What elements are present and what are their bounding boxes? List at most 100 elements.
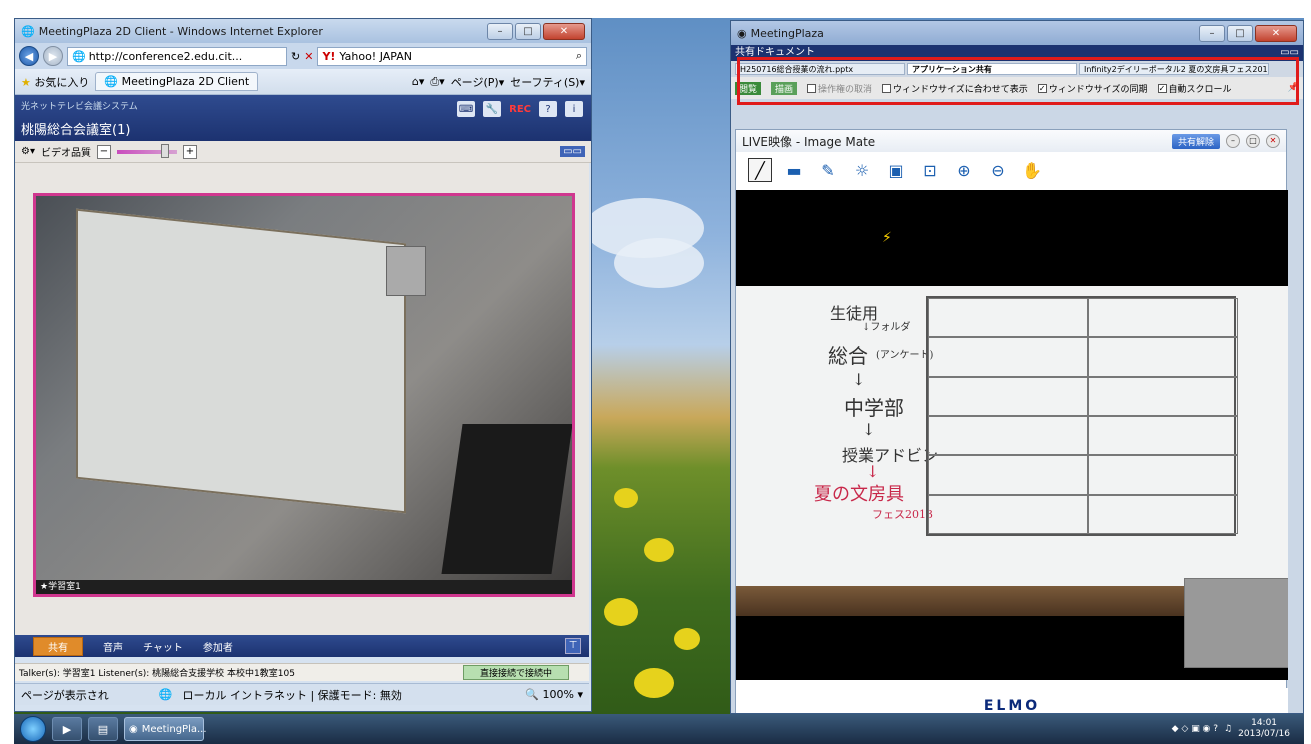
clock-date: 2013/07/16	[1238, 729, 1290, 739]
image-mate-window[interactable]: LIVE映像 - Image Mate 共有解除 – □ ✕ ╱ ▬ ✎ ☼ ▣…	[735, 129, 1288, 713]
clock[interactable]: 14:01 2013/07/16	[1238, 718, 1290, 740]
ie-window-title: MeetingPlaza 2D Client - Windows Interne…	[38, 24, 323, 38]
rec-button[interactable]: REC	[509, 101, 531, 117]
ie-statusbar: ページが表示され 🌐 ローカル イントラネット | 保護モード: 無効 🔍 10…	[15, 683, 589, 705]
address-bar: ◀ ▶ 🌐 http://conference2.edu.cit... ↻ ✕ …	[15, 43, 591, 69]
doc-toolbar-area: H250716総合授業の流れ.pptx アプリケーション共有 Infinity2…	[731, 57, 1303, 105]
taskbar-app-label: MeetingPla...	[141, 723, 207, 735]
cloud	[614, 238, 704, 288]
whiteboard-image	[76, 208, 406, 514]
zoom-in-icon[interactable]: ⊕	[952, 158, 976, 182]
note-line: ↓	[852, 370, 866, 389]
mp-titlebar[interactable]: ◉ MeetingPlaza – □ ✕	[731, 21, 1303, 45]
note-line: 夏の文房具	[814, 484, 904, 505]
line-width-icon[interactable]: ▬	[782, 158, 806, 182]
zoom-level[interactable]: 🔍 100% ▾	[525, 688, 583, 701]
start-button[interactable]	[20, 716, 46, 742]
quality-decrease-button[interactable]: −	[96, 144, 111, 159]
note-line: 中学部	[844, 396, 904, 420]
browser-tab[interactable]: 🌐 MeetingPlaza 2D Client	[95, 72, 259, 91]
taskbar-app-button[interactable]: ◉ MeetingPla...	[124, 717, 207, 741]
speaker-image	[386, 246, 426, 296]
table-cell	[1088, 494, 1238, 534]
tab-audio[interactable]: 音声	[103, 639, 123, 654]
minimize-button[interactable]: –	[1226, 134, 1240, 148]
brightness-icon[interactable]: ☼	[850, 158, 874, 182]
pin-icon[interactable]: ⊤	[565, 638, 581, 654]
print-icon[interactable]: ⎙▾	[430, 75, 444, 89]
help-icon[interactable]: ?	[539, 101, 557, 117]
home-icon[interactable]: ⌂▾	[412, 75, 425, 88]
pen-tool-icon[interactable]: ╱	[748, 158, 772, 182]
minimize-button[interactable]: –	[487, 22, 513, 40]
zoom-out-icon[interactable]: ⊖	[986, 158, 1010, 182]
self-view	[1184, 578, 1288, 668]
meeting-status: Talker(s): 学習室1 Listener(s): 桃陽総合支援学校 本校…	[15, 663, 589, 681]
flower	[634, 668, 674, 698]
ie-titlebar[interactable]: 🌐 MeetingPlaza 2D Client - Windows Inter…	[15, 19, 591, 43]
table-cell	[1088, 337, 1238, 377]
table-cell	[928, 376, 1088, 416]
layout-toggle-icon[interactable]: ▭▭	[560, 146, 585, 157]
info-icon[interactable]: i	[565, 101, 583, 117]
refresh-icon[interactable]: ↻	[291, 50, 300, 63]
page-menu[interactable]: ページ(P)▾	[451, 74, 505, 90]
system-logo: 光ネットテレビ会議システム	[21, 102, 138, 112]
quality-slider[interactable]	[116, 143, 177, 158]
drawn-table	[926, 296, 1238, 536]
hand-icon[interactable]: ✋	[1020, 158, 1044, 182]
quality-bar: ⚙▾ ビデオ品質 − + ▭▭	[15, 141, 591, 163]
note-line: 授業アドビン	[842, 446, 939, 465]
video-caption: ★学習室1	[36, 580, 572, 594]
search-field[interactable]: Y! Yahoo! JAPAN ⌕	[317, 46, 587, 66]
capture-icon[interactable]: ▣	[884, 158, 908, 182]
quality-increase-button[interactable]: +	[182, 144, 197, 159]
page-menu-label: ページ(P)	[450, 75, 499, 89]
maximize-button[interactable]: □	[1227, 24, 1253, 42]
media-player-icon[interactable]: ▶	[52, 717, 82, 741]
settings-gear-icon[interactable]: ⚙▾	[21, 146, 35, 157]
close-button[interactable]: ✕	[1266, 134, 1280, 148]
tab-chat[interactable]: チャット	[143, 639, 183, 654]
wrench-icon[interactable]: 🔧	[483, 101, 502, 117]
back-button[interactable]: ◀	[19, 46, 39, 66]
tab-participants[interactable]: 参加者	[203, 639, 233, 654]
monitor-image	[441, 424, 572, 574]
volume-icon[interactable]: ♫	[1224, 724, 1232, 734]
flower	[674, 628, 700, 650]
url-field[interactable]: 🌐 http://conference2.edu.cit...	[67, 46, 287, 66]
table-cell	[1088, 376, 1238, 416]
minimize-button[interactable]: –	[1199, 24, 1225, 42]
image-tools: ╱ ▬ ✎ ☼ ▣ ⊡ ⊕ ⊖ ✋	[736, 152, 1286, 188]
ie-window[interactable]: 🌐 MeetingPlaza 2D Client - Windows Inter…	[14, 18, 592, 712]
tab-share[interactable]: 共有	[33, 636, 83, 656]
yahoo-icon: Y!	[322, 49, 336, 63]
slider-knob[interactable]	[160, 143, 169, 158]
tray-icons[interactable]: ◆ ◇ ▣ ◉ ?	[1172, 724, 1218, 734]
close-button[interactable]: ✕	[1255, 24, 1297, 42]
search-icon[interactable]: ⌕	[576, 49, 582, 63]
close-button[interactable]: ✕	[543, 22, 585, 40]
talker-status: Talker(s): 学習室1 Listener(s): 桃陽総合支援学校 本校…	[19, 669, 295, 679]
marker-icon[interactable]: ✎	[816, 158, 840, 182]
stop-icon[interactable]: ✕	[304, 50, 313, 63]
forward-button[interactable]: ▶	[43, 46, 63, 66]
safety-menu-label: セーフティ(S)	[510, 75, 580, 89]
unshare-button[interactable]: 共有解除	[1171, 133, 1220, 149]
folder-icon[interactable]: ▤	[88, 717, 118, 741]
flower	[614, 488, 638, 508]
safety-menu[interactable]: セーフティ(S)▾	[510, 74, 585, 90]
room-name: 桃陽総合会議室(1)	[21, 123, 131, 138]
keyboard-icon[interactable]: ⌨	[457, 101, 476, 117]
url-text: http://conference2.edu.cit...	[88, 49, 243, 63]
meetingplaza-window[interactable]: ◉ MeetingPlaza – □ ✕ 共有ドキュメント ▭▭ H250716…	[730, 20, 1304, 714]
remote-video[interactable]: ★学習室1	[33, 193, 575, 597]
maximize-button[interactable]: □	[1246, 134, 1260, 148]
favorites-button[interactable]: ★ お気に入り	[21, 74, 89, 90]
fit-icon[interactable]: ⊡	[918, 158, 942, 182]
camera-feed[interactable]: ⚡ 生徒用 ↓フォルダ 総合 (アンケート) ↓ 中学部 ↓ 授業アドビン ↓ …	[736, 190, 1288, 680]
maximize-button[interactable]: □	[515, 22, 541, 40]
system-tray: ◆ ◇ ▣ ◉ ? ♫ 14:01 2013/07/16	[1172, 718, 1304, 740]
screenshot-frame: 🌐 MeetingPlaza 2D Client - Windows Inter…	[0, 0, 1311, 744]
note-line: ↓	[866, 462, 880, 481]
